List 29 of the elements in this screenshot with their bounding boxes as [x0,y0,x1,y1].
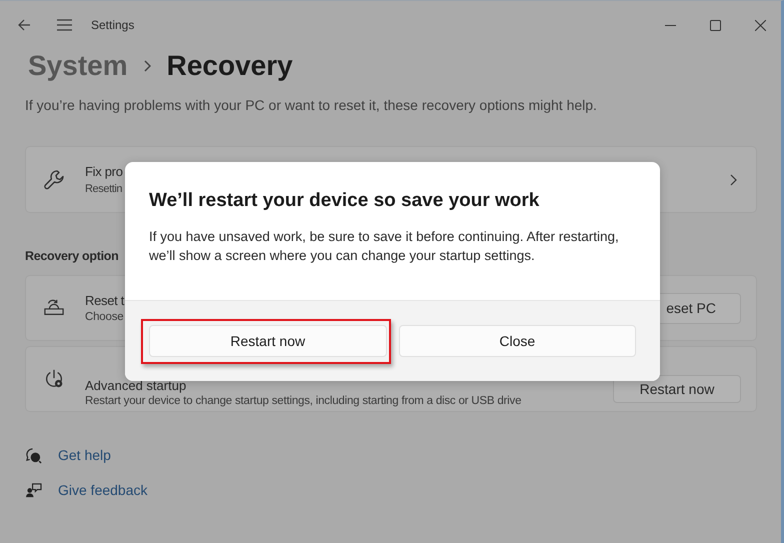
wrench-icon [43,168,65,190]
dialog-button[interactable]: Restart now [149,325,386,357]
back-arrow-icon[interactable] [18,19,31,31]
feedback-icon [25,483,42,498]
minimize-icon[interactable] [665,24,676,26]
help-icon [25,447,42,464]
help-link[interactable]: Give feedback [58,480,148,501]
dialog-message: If you have unsaved work, be sure to save it before continuing. After restarting, we’ll show a screen where you can change your startup settings. [149,228,620,265]
description-text: If you’re having problems with your PC or want to reset it, these recovery options might help. [25,96,598,115]
help-link[interactable]: Get help [58,445,111,466]
action-button[interactable]: Restart now [613,375,741,403]
reset-pc-icon [43,298,65,318]
close-icon[interactable] [755,20,766,30]
power-gear-icon [43,368,65,390]
card-title: Fix pro [85,162,123,180]
card-title: Reset t [85,292,124,310]
card-subtitle: Resettin [85,182,122,196]
card-subtitle: Choose [85,310,124,324]
dialog-title: We’ll restart your device so save your work [149,189,540,213]
maximize-icon[interactable] [710,20,721,30]
window-title: Settings [91,17,134,34]
page-title: Recovery [166,50,293,82]
section-heading: Recovery option [25,248,118,265]
card-subtitle: Restart your device to change startup settings, including starting from a disc or USB drive [85,394,522,409]
dialog-button[interactable]: Close [398,325,636,357]
menu-icon[interactable] [57,19,72,31]
chevron-right-icon [144,60,151,72]
card-title: Advanced startup [85,378,186,394]
chevron-right-icon [730,174,737,186]
